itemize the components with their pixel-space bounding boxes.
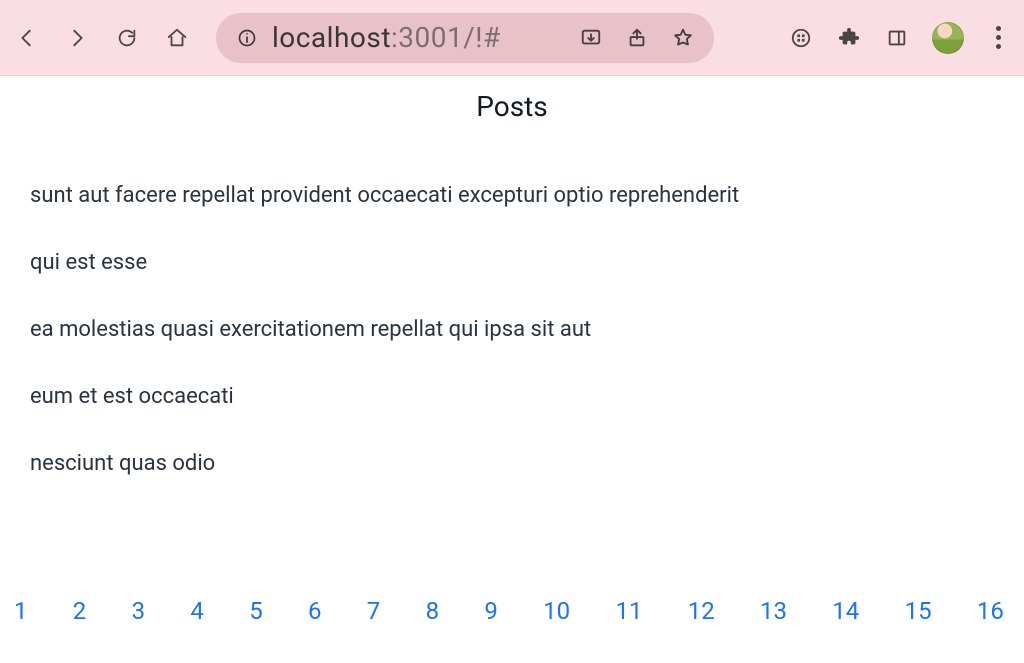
chrome-menu-icon[interactable] bbox=[986, 26, 1010, 49]
page-number[interactable]: 1 bbox=[10, 597, 32, 625]
address-bar[interactable]: localhost:3001/!# bbox=[216, 13, 714, 63]
page-number[interactable]: 5 bbox=[245, 597, 267, 625]
post-item[interactable]: sunt aut facere repellat provident occae… bbox=[30, 183, 994, 208]
forward-button[interactable] bbox=[64, 25, 90, 51]
profile-avatar[interactable] bbox=[932, 22, 964, 54]
post-item[interactable]: ea molestias quasi exercitationem repell… bbox=[30, 317, 994, 342]
command-extension-icon[interactable] bbox=[788, 25, 814, 51]
post-item[interactable]: nesciunt quas odio bbox=[30, 451, 994, 476]
nav-cluster bbox=[14, 25, 190, 51]
page-number[interactable]: 15 bbox=[901, 597, 936, 625]
post-list: sunt aut facere repellat provident occae… bbox=[30, 183, 994, 476]
url-text: localhost:3001/!# bbox=[272, 21, 501, 54]
reload-button[interactable] bbox=[114, 25, 140, 51]
page-number[interactable]: 11 bbox=[611, 597, 646, 625]
right-cluster bbox=[788, 22, 1010, 54]
page-number[interactable]: 3 bbox=[128, 597, 150, 625]
post-item[interactable]: eum et est occaecati bbox=[30, 384, 994, 409]
page-number[interactable]: 7 bbox=[363, 597, 385, 625]
page-content: Posts sunt aut facere repellat provident… bbox=[0, 76, 1024, 476]
share-icon[interactable] bbox=[624, 25, 650, 51]
page-number[interactable]: 14 bbox=[828, 597, 863, 625]
install-app-icon[interactable] bbox=[578, 25, 604, 51]
extensions-puzzle-icon[interactable] bbox=[836, 25, 862, 51]
page-number[interactable]: 12 bbox=[684, 597, 719, 625]
url-host: localhost bbox=[272, 21, 391, 54]
home-button[interactable] bbox=[164, 25, 190, 51]
page-number[interactable]: 2 bbox=[69, 597, 91, 625]
back-button[interactable] bbox=[14, 25, 40, 51]
site-info-icon[interactable] bbox=[234, 25, 260, 51]
page-number[interactable]: 10 bbox=[539, 597, 574, 625]
page-title: Posts bbox=[30, 90, 994, 123]
page-number[interactable]: 16 bbox=[973, 597, 1008, 625]
omnibox-trailing bbox=[578, 25, 696, 51]
bookmark-star-icon[interactable] bbox=[670, 25, 696, 51]
page-number[interactable]: 9 bbox=[480, 597, 502, 625]
page-number[interactable]: 13 bbox=[756, 597, 791, 625]
browser-toolbar: localhost:3001/!# bbox=[0, 0, 1024, 76]
side-panel-icon[interactable] bbox=[884, 25, 910, 51]
pagination: 1 2 3 4 5 6 7 8 9 10 11 12 13 14 15 16 bbox=[0, 597, 1024, 625]
page-number[interactable]: 6 bbox=[304, 597, 326, 625]
page-number[interactable]: 8 bbox=[422, 597, 444, 625]
url-rest: :3001/!# bbox=[391, 21, 501, 54]
post-item[interactable]: qui est esse bbox=[30, 250, 994, 275]
page-number[interactable]: 4 bbox=[186, 597, 208, 625]
